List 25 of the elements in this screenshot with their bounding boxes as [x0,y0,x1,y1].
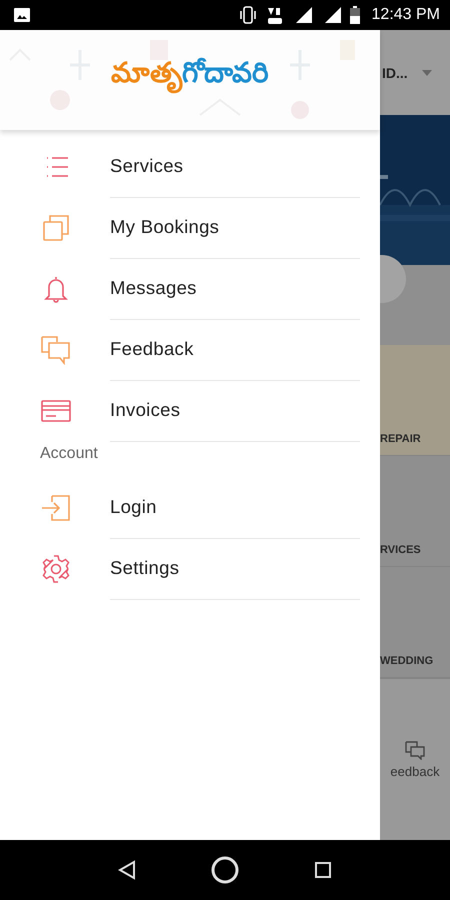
recents-icon[interactable] [314,861,332,879]
settings-icon [40,554,72,584]
home-icon[interactable] [211,856,239,884]
chat-icon [404,740,426,760]
menu-item[interactable]: Services [110,155,184,177]
menu-item[interactable]: Invoices [110,399,180,421]
menu-item[interactable]: Feedback [110,338,194,360]
vibrate-icon [238,6,258,24]
location-text[interactable]: ID... [382,64,408,80]
category-label: RVICES [380,544,421,556]
menu-item[interactable]: Login [110,496,157,518]
menu-item[interactable]: Settings [110,557,180,579]
copies-icon [40,212,72,242]
category-label: WEDDING [380,655,434,667]
section-title: Account [40,445,99,463]
image-icon [14,8,30,22]
login-icon [40,492,72,522]
category-label: REPAIR [380,433,421,445]
menu-item[interactable]: Messages [110,277,197,299]
feedback-tab[interactable]: eedback [380,678,450,840]
menu-item[interactable]: My Bookings [110,216,220,238]
clock: 12:43 PM [372,6,440,24]
chat-icon [40,334,72,364]
battery-icon [350,6,360,24]
back-icon[interactable] [118,860,136,880]
